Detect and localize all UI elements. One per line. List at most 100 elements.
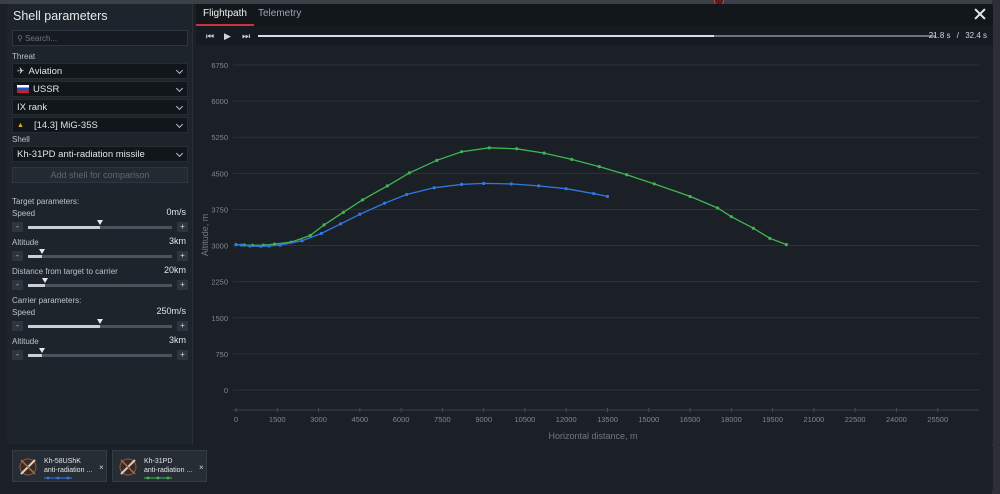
tab-flightpath[interactable]: Flightpath [196, 4, 254, 26]
data-point [338, 222, 343, 226]
data-point [278, 243, 282, 247]
series-line-1 [235, 182, 608, 247]
remove-shell-button[interactable]: × [199, 463, 204, 472]
data-point [625, 173, 629, 177]
target-speed-label: Speed [12, 209, 36, 218]
y-tick-label: 3000 [211, 242, 228, 251]
data-point [715, 206, 720, 210]
data-point [597, 164, 601, 169]
y-tick-label: 4500 [211, 169, 228, 178]
carrier-altitude-slider[interactable] [28, 348, 172, 357]
legend-swatch [44, 476, 72, 480]
target-altitude-slider[interactable] [28, 249, 172, 258]
close-icon[interactable] [973, 7, 987, 21]
target-altitude-plus-button[interactable]: + [177, 251, 188, 261]
shell-value: Kh-31PD anti-radiation missile [17, 148, 145, 160]
threat-type-select[interactable]: ✈ Aviation [12, 63, 188, 79]
playback-timeline[interactable] [258, 35, 936, 37]
missile-icon [19, 458, 37, 476]
x-tick-label: 24000 [886, 415, 907, 424]
data-point [360, 198, 365, 202]
series-line-0 [235, 147, 787, 246]
target-distance-plus-button[interactable]: + [177, 280, 188, 290]
data-point [435, 158, 439, 162]
chart-grid [233, 64, 979, 412]
y-axis-label: Altitude, m [200, 214, 210, 257]
carrier-speed-minus-button[interactable]: - [12, 321, 23, 331]
data-point [605, 194, 610, 199]
data-point [460, 182, 464, 187]
data-point [768, 236, 772, 240]
carrier-speed-value: 250m/s [156, 306, 186, 316]
x-tick-label: 3000 [310, 415, 327, 424]
x-tick-label: 15000 [638, 415, 659, 424]
target-altitude-minus-button[interactable]: - [12, 251, 23, 261]
data-point [322, 223, 326, 227]
target-speed-plus-button[interactable]: + [177, 222, 188, 232]
add-shell-button[interactable]: Add shell for comparison [12, 167, 188, 183]
carrier-altitude-minus-button[interactable]: - [12, 350, 23, 360]
data-point [570, 157, 574, 161]
chart-series [234, 146, 788, 248]
target-altitude-value: 3km [168, 236, 186, 246]
comparison-card[interactable]: Kh-31PD anti-radiation ... × [112, 450, 207, 482]
slider-thumb[interactable] [39, 348, 46, 353]
panel-title: Shell parameters [13, 9, 108, 23]
carrier-altitude-plus-button[interactable]: + [177, 350, 188, 360]
current-time: 21.8 s [928, 31, 951, 40]
data-point [300, 239, 304, 243]
target-distance-minus-button[interactable]: - [12, 280, 23, 290]
slider-fill [28, 354, 43, 357]
data-point [259, 244, 263, 248]
slider-fill [28, 284, 46, 287]
carrier-speed-plus-button[interactable]: + [177, 321, 188, 331]
target-speed-minus-button[interactable]: - [12, 222, 23, 232]
vehicle-select[interactable]: ▲ [14.3] MiG-35S [12, 117, 188, 133]
search-input[interactable]: ⚲ Search... [12, 30, 188, 46]
y-tick-label: 6750 [211, 61, 228, 70]
target-speed-slider[interactable] [28, 220, 172, 229]
rank-value: IX rank [17, 101, 48, 113]
data-point [729, 215, 733, 219]
slider-thumb[interactable] [97, 319, 103, 324]
slider-thumb[interactable] [42, 278, 49, 283]
flightpath-chart: 0 750 1500 2250 3000 3750 4500 5250 6000 6750 0 15… [200, 61, 979, 441]
x-tick-label: 6000 [393, 415, 410, 424]
y-tick-label: 0 [224, 386, 228, 395]
shell-select[interactable]: Kh-31PD anti-radiation missile [12, 146, 188, 162]
skip-back-icon[interactable]: ⏮ [206, 31, 214, 41]
slider-thumb[interactable] [39, 249, 46, 254]
skip-forward-icon[interactable]: ⏭ [242, 31, 250, 41]
missile-icon [119, 458, 137, 476]
shell-parameters-panel: Shell parameters ⚲ Search... Threat ✈ Av… [7, 4, 193, 444]
data-point [319, 231, 323, 236]
rank-select[interactable]: IX rank [12, 99, 188, 115]
remove-shell-button[interactable]: × [99, 463, 104, 472]
data-point [592, 191, 596, 196]
carrier-speed-slider[interactable] [28, 319, 172, 328]
target-distance-slider[interactable] [28, 278, 172, 287]
slider-thumb[interactable] [97, 220, 103, 225]
background-edge [992, 0, 1000, 494]
playback-bar: ⏮ ▶ ⏭ 21.8 s / 32.4 s [196, 26, 993, 46]
y-tick-label: 5250 [211, 133, 228, 142]
data-point [267, 244, 271, 248]
data-point [341, 210, 345, 214]
play-icon[interactable]: ▶ [224, 31, 231, 41]
tab-telemetry[interactable]: Telemetry [251, 4, 308, 26]
x-tick-label: 16500 [680, 415, 701, 424]
y-tick-label: 2250 [211, 278, 228, 287]
search-icon: ⚲ [17, 34, 23, 43]
x-axis-label: Horizontal distance, m [548, 431, 637, 441]
x-tick-label: 25500 [927, 415, 948, 424]
x-tick-label: 18000 [721, 415, 742, 424]
comparison-card[interactable]: Kh-58UShK anti-radiation ... × [12, 450, 107, 482]
comparison-bar: Kh-58UShK anti-radiation ... × Kh-31PD ant… [7, 446, 993, 490]
data-point [385, 184, 389, 188]
country-select[interactable]: USSR [12, 81, 188, 97]
chevron-down-icon [175, 149, 184, 158]
playback-time: 21.8 s / 32.4 s [929, 31, 987, 40]
x-tick-label: 4500 [351, 415, 368, 424]
slider-fill [28, 226, 100, 229]
x-tick-label: 21000 [803, 415, 824, 424]
